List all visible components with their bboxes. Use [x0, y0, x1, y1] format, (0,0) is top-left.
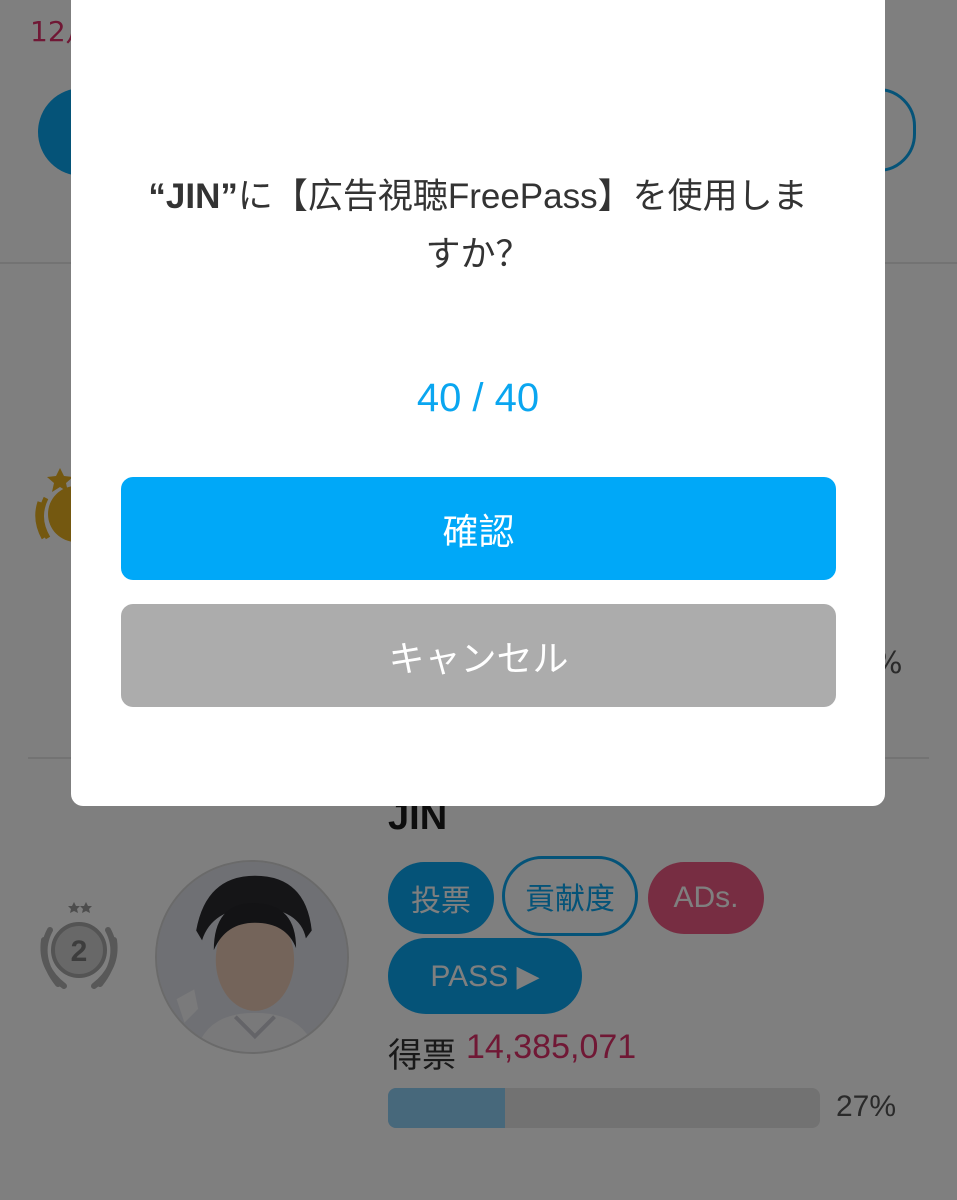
cancel-button[interactable]: キャンセル — [121, 604, 836, 707]
dialog-message-text: に【広告視聴FreePass】を使用しますか？ — [237, 177, 808, 274]
dialog-artist-name: “JIN” — [148, 177, 238, 216]
dialog-message: “JIN”に【広告視聴FreePass】を使用しますか？ — [131, 168, 825, 284]
freepass-count: 40 / 40 — [416, 376, 540, 420]
confirm-dialog: “JIN”に【広告視聴FreePass】を使用しますか？ 40 / 40 確認 … — [71, 0, 885, 806]
confirm-button[interactable]: 確認 — [121, 477, 836, 580]
